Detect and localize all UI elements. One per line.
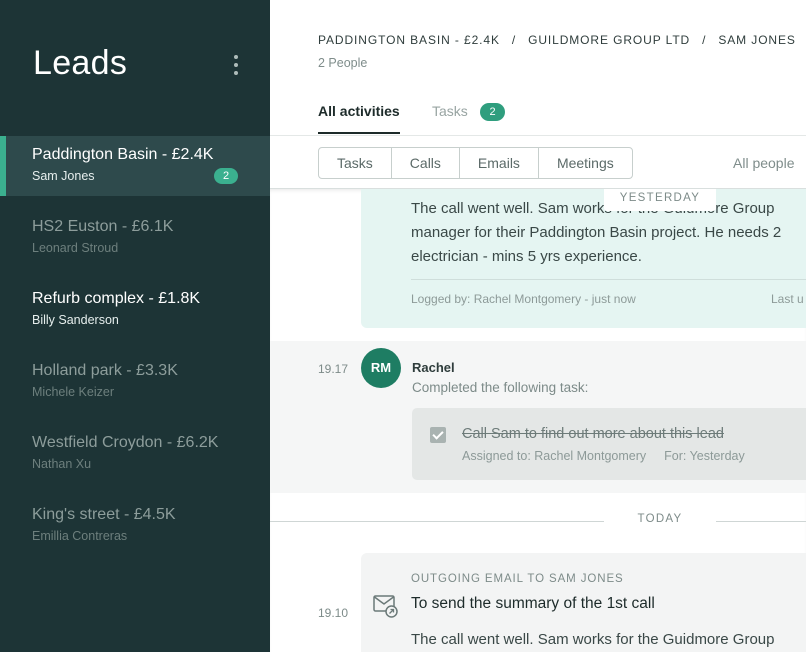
date-divider-yesterday: YESTERDAY [604, 189, 716, 211]
card-divider [411, 279, 806, 280]
email-type-label: OUTGOING EMAIL TO SAM JONES [411, 573, 624, 585]
lead-item-paddington-basin[interactable]: Paddington Basin - £2.4K Sam Jones 2 [0, 136, 270, 196]
breadcrumb: PADDINGTON BASIN - £2.4K / GUILDMORE GROUP… [318, 33, 796, 47]
tasks-count-badge: 2 [480, 103, 505, 121]
lead-contact: Leonard Stroud [32, 241, 119, 255]
activity-description: Completed the following task: [412, 380, 589, 395]
lead-contact: Michele Keizer [32, 385, 114, 399]
breadcrumb-separator: / [511, 33, 517, 47]
task-checkbox[interactable] [430, 427, 446, 443]
activity-author: Rachel [412, 360, 455, 375]
breadcrumb-company[interactable]: GUILDMORE GROUP LTD [528, 33, 690, 47]
tab-tasks[interactable]: Tasks [432, 103, 468, 119]
task-meta: Assigned to: Rachel Montgomery For: Yeste… [462, 449, 763, 463]
task-title: Call Sam to find out more about this lea… [462, 426, 724, 442]
lead-contact: Billy Sanderson [32, 313, 119, 327]
lead-item-holland-park[interactable]: Holland park - £3.3K Michele Keizer [0, 352, 270, 412]
breadcrumb-contact[interactable]: SAM JONES [718, 33, 795, 47]
outgoing-email-icon [373, 595, 398, 618]
filter-emails-button[interactable]: Emails [460, 148, 539, 178]
lead-name: HS2 Euston - £6.1K [32, 218, 174, 235]
lead-name: Paddington Basin - £2.4K [32, 146, 214, 163]
lead-item-hs2-euston[interactable]: HS2 Euston - £6.1K Leonard Stroud [0, 208, 270, 268]
filter-tasks-button[interactable]: Tasks [319, 148, 392, 178]
activity-time: 19.17 [318, 362, 349, 376]
lead-item-refurb-complex[interactable]: Refurb complex - £1.8K Billy Sanderson [0, 280, 270, 340]
lead-badge: 2 [214, 168, 238, 184]
lead-item-kings-street[interactable]: King's street - £4.5K Emillia Contreras [0, 496, 270, 556]
active-indicator [0, 136, 6, 196]
call-activity-card: The call went well. Sam works for the Gu… [361, 189, 806, 328]
lead-name: Holland park - £3.3K [32, 362, 178, 379]
email-body: The call went well. Sam works for the Gu… [411, 631, 775, 648]
lead-contact: Emillia Contreras [32, 529, 128, 543]
people-count[interactable]: 2 People [318, 56, 367, 70]
activity-time: 19.10 [318, 606, 349, 620]
call-logged-by: Logged by: Rachel Montgomery - just now [411, 292, 636, 306]
lead-name: King's street - £4.5K [32, 506, 176, 523]
call-notes-line: manager for their Paddington Basin proje… [411, 224, 782, 241]
call-notes-line: electrician - mins 5 yrs experience. [411, 248, 642, 265]
sidebar-title: Leads [33, 44, 128, 82]
breadcrumb-separator: / [702, 33, 707, 47]
people-filter-dropdown[interactable]: All people [733, 155, 795, 171]
task-due: For: Yesterday [664, 449, 745, 463]
email-subject: To send the summary of the 1st call [411, 595, 655, 612]
activity-filter-group: Tasks Calls Emails Meetings [318, 147, 633, 179]
lead-contact: Nathan Xu [32, 457, 92, 471]
tab-all-activities[interactable]: All activities [318, 103, 400, 119]
date-divider-today: TODAY [637, 513, 683, 525]
task-activity: 19.17 RM Rachel Completed the following … [270, 341, 806, 493]
avatar[interactable]: RM [361, 348, 401, 388]
task-assignee: Assigned to: Rachel Montgomery [462, 449, 647, 463]
filter-calls-button[interactable]: Calls [392, 148, 460, 178]
activity-feed[interactable]: The call went well. Sam works for the Gu… [270, 188, 806, 652]
email-activity-card[interactable]: OUTGOING EMAIL TO SAM JONES To send the … [361, 553, 806, 652]
lead-name: Westfield Croydon - £6.2K [32, 434, 219, 451]
active-tab-underline [318, 132, 400, 134]
date-divider-line [716, 521, 806, 522]
lead-contact: Sam Jones [32, 169, 95, 183]
more-options-icon[interactable] [226, 52, 246, 78]
filter-meetings-button[interactable]: Meetings [539, 148, 632, 178]
lead-item-westfield-croydon[interactable]: Westfield Croydon - £6.2K Nathan Xu [0, 424, 270, 484]
breadcrumb-lead[interactable]: PADDINGTON BASIN - £2.4K [318, 33, 500, 47]
call-last-updated: Last u [771, 292, 804, 306]
lead-name: Refurb complex - £1.8K [32, 290, 201, 307]
header-divider [270, 135, 806, 136]
sidebar: Leads Paddington Basin - £2.4K Sam Jones… [0, 0, 270, 652]
date-divider-line [270, 521, 604, 522]
completed-task-card: Call Sam to find out more about this lea… [412, 408, 806, 480]
